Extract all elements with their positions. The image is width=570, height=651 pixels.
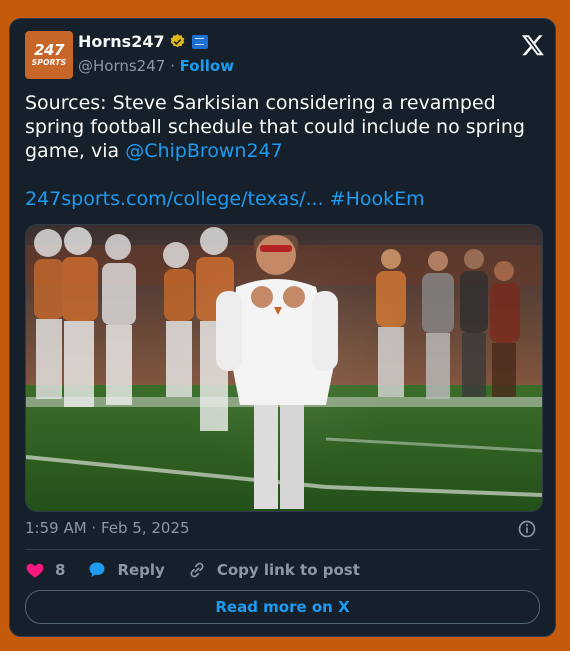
verified-badge-icon — [170, 34, 184, 48]
heart-icon — [26, 563, 44, 578]
tweet-card: 247 SPORTS Horns247 @Horns247 · Follow S… — [9, 18, 556, 637]
avatar[interactable]: 247 SPORTS — [25, 31, 73, 79]
x-logo-icon[interactable] — [521, 33, 545, 57]
name-row: Horns247 — [78, 32, 208, 51]
tweet-timestamp[interactable]: 1:59 AM · Feb 5, 2025 — [25, 519, 190, 537]
mention-link[interactable]: @ChipBrown247 — [125, 140, 283, 162]
avatar-logo-top: 247 — [34, 41, 64, 60]
avatar-logo-bottom: SPORTS — [31, 58, 67, 68]
photo-coach-on-field — [26, 225, 542, 511]
affiliate-badge-icon — [191, 34, 208, 49]
reply-label: Reply — [117, 561, 165, 579]
tweet-photo[interactable] — [25, 224, 543, 512]
read-more-button[interactable]: Read more on X — [25, 590, 540, 624]
tweet-header: 247 SPORTS Horns247 @Horns247 · Follow — [25, 31, 545, 81]
handle-row: @Horns247 · Follow — [78, 57, 234, 75]
like-count: 8 — [55, 561, 66, 579]
divider — [25, 549, 540, 550]
speech-bubble-icon — [89, 562, 105, 578]
like-button[interactable]: 8 — [25, 560, 65, 580]
handle-separator: · — [170, 57, 175, 75]
copy-link-button[interactable]: Copy link to post — [187, 560, 360, 580]
reply-button[interactable]: Reply — [87, 560, 165, 580]
article-link[interactable]: 247sports.com/college/texas/... — [25, 188, 324, 210]
handle[interactable]: @Horns247 — [78, 57, 165, 75]
display-name[interactable]: Horns247 — [78, 32, 165, 51]
hashtag-link[interactable]: #HookEm — [330, 188, 425, 210]
follow-button[interactable]: Follow — [180, 57, 234, 75]
link-icon — [190, 562, 204, 578]
info-icon[interactable] — [517, 519, 537, 539]
tweet-text: Sources: Steve Sarkisian considering a r… — [25, 91, 540, 211]
copy-link-label: Copy link to post — [216, 561, 360, 579]
link-line: 247sports.com/college/texas/... #HookEm — [25, 187, 540, 211]
action-bar: 8 Reply Copy link to post — [25, 559, 382, 581]
